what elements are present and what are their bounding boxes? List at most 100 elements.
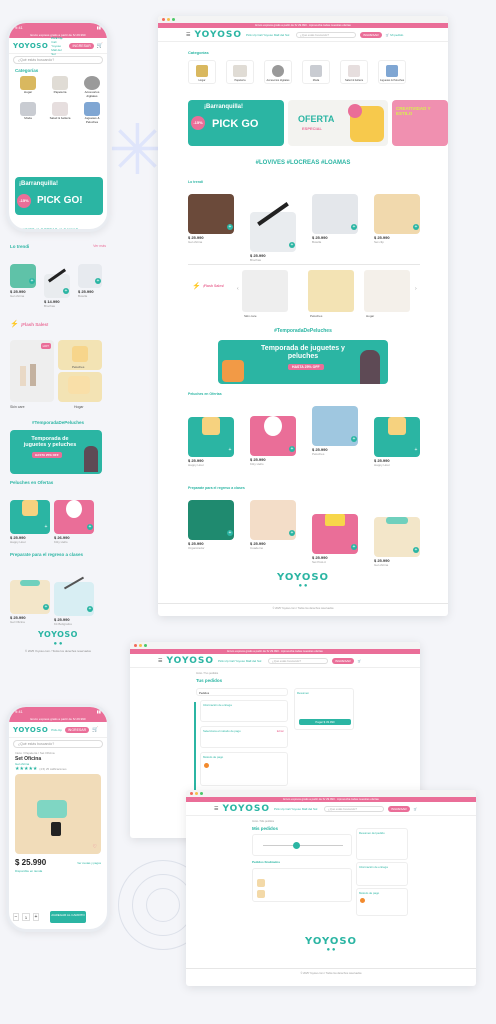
logo[interactable]: YOYOSO <box>194 30 242 40</box>
add-to-cart-button[interactable]: AGREGAR AL CARRITO <box>50 911 86 923</box>
product-card[interactable]: $ 25.990 Happy Hour + <box>10 492 50 544</box>
login-button[interactable]: INGRESAR <box>332 657 354 664</box>
promo-banner[interactable]: ¡Barranquilla! PICK GO! -15% <box>15 177 103 215</box>
product-card[interactable]: $ 25.990 Happy Hour + <box>188 406 234 467</box>
step-payment-select[interactable]: Selecciona el método de pago Editar <box>200 726 288 748</box>
delivery-selector[interactable]: Pick-Up Cali Yoyoso Mall del Sol <box>51 36 66 56</box>
product-card[interactable]: $ 25.990 Kit Bolígrafos + <box>54 566 94 626</box>
search-input[interactable]: ¿Qué estás buscando? <box>13 740 103 748</box>
category-moda[interactable]: Moda <box>15 102 41 124</box>
delivery-selector[interactable]: Pick-Up Cali Yoyoso Mall del Sol <box>246 33 292 37</box>
add-to-cart-icon[interactable]: + <box>87 606 93 612</box>
product-card[interactable]: $ 25.990 Happy Hour + <box>374 406 420 467</box>
category-digital[interactable]: Accesorios digitales <box>79 76 105 98</box>
category-moda[interactable]: Moda <box>302 60 330 84</box>
cart-icon[interactable]: 🛒 <box>358 659 362 663</box>
add-to-cart-icon[interactable]: + <box>289 446 295 452</box>
product-card[interactable]: $ 25.990 Organizador + <box>188 500 234 550</box>
add-to-cart-icon[interactable]: + <box>351 224 357 230</box>
add-to-cart-icon[interactable]: + <box>227 530 233 536</box>
installments-link[interactable]: Ver cuotas y pagos <box>77 861 101 865</box>
product-card[interactable]: $ 25.990 Peluches + <box>312 406 358 456</box>
carousel-prev-icon[interactable]: ‹ <box>237 286 239 292</box>
login-button[interactable]: INGRESAR <box>64 726 90 733</box>
product-card[interactable]: $ 25.990 Cuaderno + <box>250 500 296 550</box>
add-to-cart-icon[interactable]: + <box>351 436 357 442</box>
product-card[interactable]: $ 25.990 Gel oficina + <box>374 500 420 567</box>
orders-filter[interactable]: Pedidos <box>196 688 288 696</box>
season-banner[interactable]: Temporada de juguetes y peluches HASTA 2… <box>10 430 102 474</box>
logo[interactable]: YOYOSO <box>13 42 48 50</box>
product-card[interactable]: $ 25.990 Gel oficina + <box>188 194 234 244</box>
product-card[interactable]: $ 14.990 Brochas + <box>44 264 70 308</box>
banner-oferta[interactable]: OFERTA ESPECIAL <box>288 100 388 146</box>
cart-button[interactable]: 🛒 Mi pedido <box>386 33 404 37</box>
cart-icon[interactable]: 🛒 <box>97 43 103 49</box>
product-card[interactable]: $ 25.990 Set Post-it + <box>312 500 358 564</box>
login-button[interactable]: INGRESAR <box>388 805 410 812</box>
login-button[interactable]: INGRESAR <box>69 42 94 49</box>
category-hogar[interactable]: Hogar <box>15 76 41 98</box>
logo[interactable]: YOYOSO <box>222 804 270 814</box>
category-hogar[interactable]: Hogar <box>188 60 216 84</box>
step-payment-method[interactable]: Método de pago <box>200 752 288 786</box>
menu-icon[interactable]: ☰ <box>158 658 162 664</box>
category-salud[interactable]: Salud & belleza <box>47 102 73 124</box>
minus-icon[interactable]: − <box>13 913 19 921</box>
quantity-value[interactable]: 1 <box>22 913 30 921</box>
product-card[interactable]: $ 25.990 Brochas + <box>250 194 296 262</box>
cart-icon[interactable]: 🛒 <box>92 727 98 733</box>
add-to-cart-icon[interactable]: + <box>289 242 295 248</box>
add-to-cart-icon[interactable]: + <box>227 447 233 453</box>
category-salud[interactable]: Salud & belleza <box>340 60 368 84</box>
search-input[interactable]: ¿Qué estás buscando? <box>13 56 103 64</box>
product-card[interactable]: $ 25.990 Botella + <box>312 194 358 244</box>
add-to-cart-icon[interactable]: + <box>43 604 49 610</box>
add-to-cart-icon[interactable]: + <box>87 524 93 530</box>
product-card[interactable]: $ 25.990 Gel oficina + <box>10 264 36 298</box>
flash-item-hogar[interactable]: Hogar <box>58 372 102 409</box>
menu-icon[interactable]: ☰ <box>214 806 218 812</box>
product-card[interactable]: $ 25.990 Set clip + <box>374 194 420 244</box>
flash-item-peluches[interactable]: Peluches <box>308 270 354 318</box>
category-juguetes[interactable]: Juguetes & Peluches <box>378 60 406 84</box>
add-to-cart-icon[interactable]: + <box>413 447 419 453</box>
cart-icon[interactable]: 🛒 <box>414 807 418 811</box>
flash-item-skincare[interactable]: HOT Skin care <box>10 340 54 409</box>
banner-barranquilla[interactable]: ¡Barranquilla! PICK GO -15% <box>188 100 284 146</box>
product-card[interactable]: $ 25.990 Botella + <box>78 264 102 298</box>
flash-item-hogar[interactable]: Hogar <box>364 270 410 318</box>
social-icons[interactable]: ● ● <box>10 641 106 647</box>
category-juguetes[interactable]: Juguetes & Peluches <box>79 102 105 124</box>
product-card[interactable]: $ 25.990 Kitty Hello + <box>250 406 296 466</box>
add-to-cart-icon[interactable]: + <box>413 547 419 553</box>
logo[interactable]: YOYOSO <box>166 656 214 666</box>
add-to-cart-icon[interactable]: + <box>63 288 69 294</box>
see-all-link[interactable]: Ver más <box>93 244 106 248</box>
step-delivery[interactable]: Información de entrega <box>200 700 288 722</box>
search-input[interactable]: ¿Qué estás buscando? <box>268 657 328 664</box>
menu-icon[interactable]: ☰ <box>186 32 190 38</box>
product-card[interactable]: $ 26.990 Kitty Hello + <box>54 492 94 544</box>
flash-item-skincare[interactable]: Skin care <box>242 270 288 318</box>
login-button[interactable]: INGRESAR <box>360 31 382 38</box>
banner-creatividad[interactable]: CREATIVIDAD Y ESTILO <box>392 100 448 146</box>
add-to-cart-icon[interactable]: + <box>95 278 101 284</box>
category-papeleria[interactable]: Papelería <box>226 60 254 84</box>
add-to-cart-icon[interactable]: + <box>351 544 357 550</box>
add-to-cart-icon[interactable]: + <box>43 524 49 530</box>
delivery-label[interactable]: Pick-Up <box>51 728 62 732</box>
logo[interactable]: YOYOSO <box>13 726 48 734</box>
pay-button[interactable]: Pagar $ 33.990 <box>299 719 351 725</box>
social-icons[interactable]: ● ● <box>186 947 476 953</box>
edit-link[interactable]: Editar <box>277 729 284 733</box>
delivery-selector[interactable]: Pick-Up Cali Yoyoso Mall del Sol <box>218 659 264 663</box>
plus-icon[interactable]: + <box>33 913 39 921</box>
add-to-cart-icon[interactable]: + <box>289 530 295 536</box>
search-input[interactable]: ¿Qué estás buscando? <box>296 31 356 38</box>
flash-item-peluches[interactable]: Peluches <box>58 340 102 370</box>
category-papeleria[interactable]: Papelería <box>47 76 73 98</box>
add-to-cart-icon[interactable]: + <box>227 224 233 230</box>
add-to-cart-icon[interactable]: + <box>29 278 35 284</box>
product-card[interactable]: $ 25.990 Gel Oficina + <box>10 566 50 624</box>
